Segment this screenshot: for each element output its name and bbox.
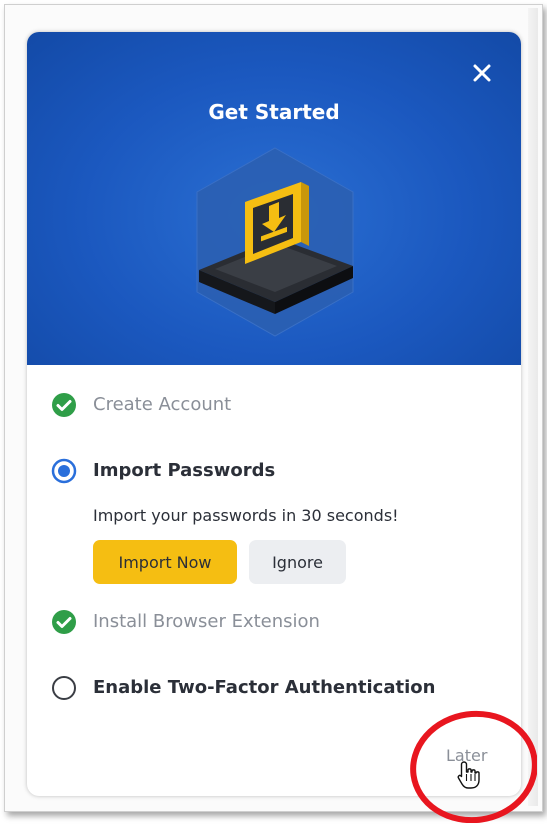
close-icon bbox=[473, 64, 491, 82]
step-install-browser-extension: Install Browser Extension bbox=[93, 611, 320, 632]
check-circle-icon bbox=[52, 393, 76, 417]
import-illustration bbox=[196, 147, 354, 337]
step-create-account: Create Account bbox=[93, 394, 232, 415]
get-started-dialog: Get Started Create Account Import Passwo… bbox=[27, 32, 521, 796]
import-now-button[interactable]: Import Now bbox=[93, 540, 237, 584]
ignore-button[interactable]: Ignore bbox=[249, 540, 346, 584]
dialog-title: Get Started bbox=[208, 100, 340, 124]
check-circle-icon bbox=[52, 610, 76, 634]
radio-empty-icon[interactable] bbox=[51, 675, 77, 701]
background-window-edge bbox=[528, 8, 538, 806]
radio-selected-icon[interactable] bbox=[51, 458, 77, 484]
close-button[interactable] bbox=[467, 58, 497, 88]
highlight-circle-annotation bbox=[410, 710, 537, 823]
step-enable-2fa: Enable Two-Factor Authentication bbox=[93, 677, 436, 698]
dialog-header: Get Started bbox=[27, 32, 521, 365]
step-import-description: Import your passwords in 30 seconds! bbox=[93, 506, 399, 525]
step-import-passwords: Import Passwords bbox=[93, 460, 276, 481]
